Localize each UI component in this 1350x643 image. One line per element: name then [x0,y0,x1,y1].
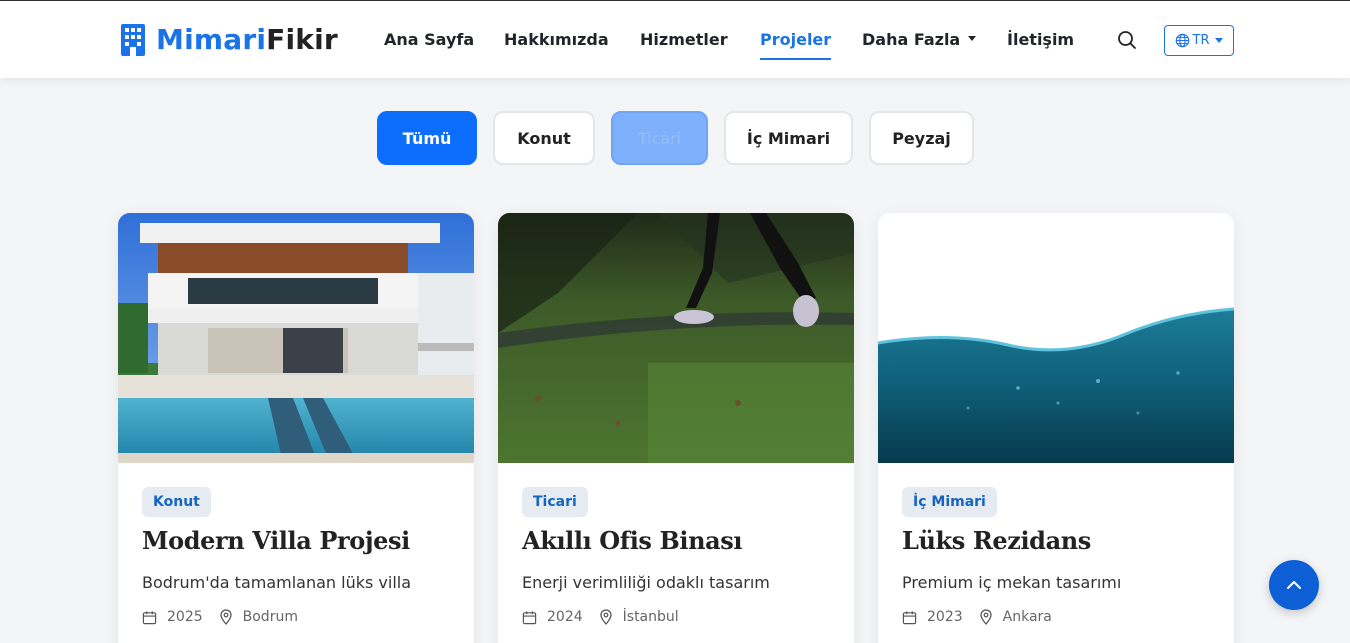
project-card[interactable]: İç Mimari Lüks Rezidans Premium iç mekan… [878,213,1234,643]
caret-down-icon [968,36,977,41]
filter-commercial-button[interactable]: Ticari [611,111,708,165]
language-label: TR [1192,33,1210,48]
nav-link-more-dropdown[interactable]: Daha Fazla [862,29,977,51]
map-pin-icon [219,609,232,625]
brand-logo[interactable]: MimariFikir [120,21,338,59]
caret-down-icon [1215,38,1224,43]
map-pin-icon [979,609,992,625]
filter-interior-button[interactable]: İç Mimari [724,111,853,165]
project-location: İstanbul [599,609,679,625]
nav-link-label: Projeler [760,30,832,49]
project-location-text: İstanbul [622,609,679,625]
project-year-text: 2024 [547,609,583,625]
project-filter-bar: Tümü Konut Ticari İç Mimari Peyzaj [0,111,1350,165]
calendar-icon [902,610,917,624]
brand-name-part2: Fikir [266,23,338,56]
project-year-text: 2025 [167,609,203,625]
project-year: 2023 [902,609,963,625]
filter-landscape-button[interactable]: Peyzaj [869,111,974,165]
project-year: 2025 [142,609,203,625]
filter-all-button[interactable]: Tümü [377,111,477,165]
nav-link-label: Daha Fazla [862,30,961,49]
project-description: Bodrum'da tamamlanan lüks villa [142,573,412,592]
project-meta: 2023 Ankara [902,609,1210,625]
project-description: Premium iç mekan tasarımı [902,573,1122,592]
project-location: Ankara [979,609,1052,625]
water-wave-photo [878,213,1234,463]
globe-icon [1175,33,1189,48]
project-location: Bodrum [219,609,298,625]
category-badge: İç Mimari [902,487,997,517]
language-dropdown-button[interactable]: TR [1164,25,1234,56]
calendar-icon [142,610,157,624]
nav-link-label: Hakkımızda [504,30,609,49]
nav-link-home[interactable]: Ana Sayfa [384,29,474,51]
category-badge: Ticari [522,487,588,517]
search-icon [1118,31,1136,49]
project-title[interactable]: Akıllı Ofis Binası [522,526,830,555]
project-location-text: Bodrum [242,609,298,625]
nav-link-label: Hizmetler [640,30,728,49]
project-description: Enerji verimliliği odaklı tasarım [522,573,770,592]
nav-link-label: İletişim [1007,30,1075,49]
nav-link-projects[interactable]: Projeler [760,29,832,60]
project-card[interactable]: Konut Modern Villa Projesi Bodrum'da tam… [118,213,474,643]
navbar: MimariFikir Ana Sayfa Hakkımızda Hizmetl… [0,0,1350,78]
project-year-text: 2023 [927,609,963,625]
nav-link-contact[interactable]: İletişim [1007,29,1074,51]
building-icon [121,24,145,56]
project-title[interactable]: Modern Villa Projesi [142,526,450,555]
filter-residential-button[interactable]: Konut [493,111,595,165]
map-pin-icon [599,609,612,625]
calendar-icon [522,610,537,624]
grass-walk-photo [498,213,854,463]
search-button[interactable] [1115,28,1139,52]
project-location-text: Ankara [1002,609,1052,625]
scroll-to-top-button[interactable] [1269,560,1319,610]
project-meta: 2025 Bodrum [142,609,450,625]
chevron-up-icon [1287,581,1301,589]
nav-link-about[interactable]: Hakkımızda [504,29,609,51]
project-card[interactable]: Ticari Akıllı Ofis Binası Enerji verimli… [498,213,854,643]
nav-link-services[interactable]: Hizmetler [640,29,728,51]
villa-photo [118,213,474,463]
project-year: 2024 [522,609,583,625]
category-badge: Konut [142,487,211,517]
nav-link-label: Ana Sayfa [384,30,475,49]
project-meta: 2024 İstanbul [522,609,830,625]
brand-name-part1: Mimari [156,23,267,56]
brand-name: MimariFikir [156,26,338,54]
project-title[interactable]: Lüks Rezidans [902,526,1210,555]
